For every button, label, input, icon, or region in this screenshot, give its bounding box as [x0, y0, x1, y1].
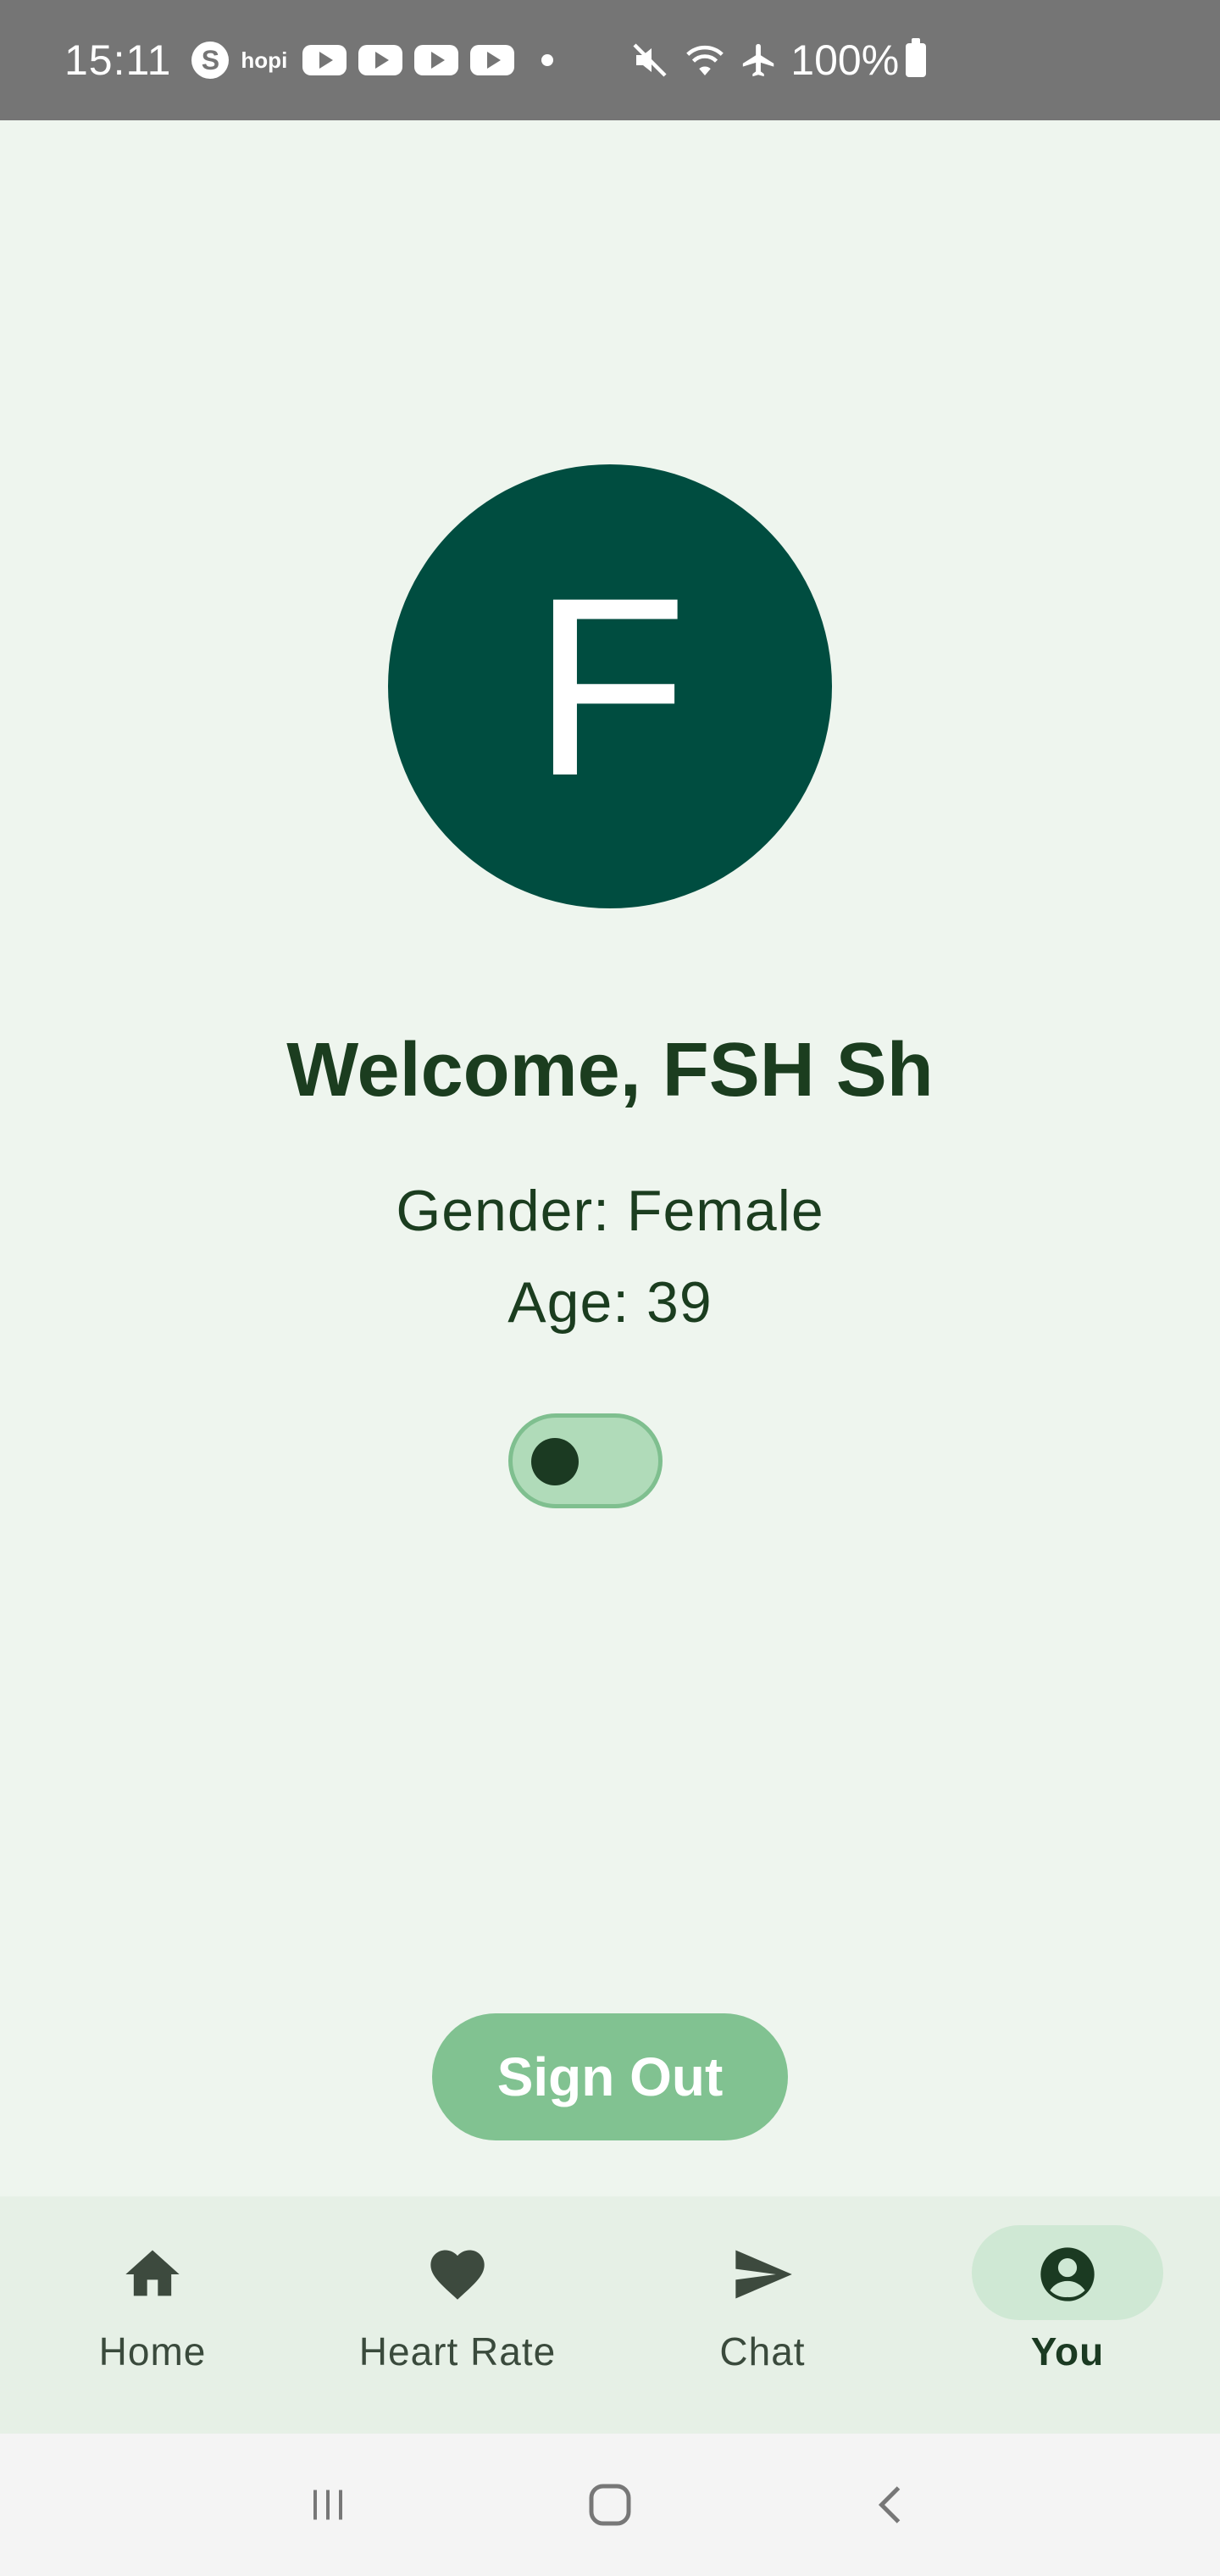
dot-icon: [541, 54, 554, 66]
nav-item-home[interactable]: Home: [0, 2196, 305, 2434]
age-text: Age: 39: [507, 1270, 713, 1335]
system-navigation-bar: [0, 2434, 1220, 2576]
avatar-initial: F: [532, 544, 688, 829]
home-button-icon[interactable]: [576, 2471, 644, 2539]
youtube-icon: [302, 45, 347, 75]
send-icon: [730, 2242, 795, 2307]
heart-icon: [425, 2242, 490, 2307]
nav-item-chat[interactable]: Chat: [610, 2196, 915, 2434]
recent-apps-icon[interactable]: [294, 2471, 362, 2539]
account-icon: [1035, 2242, 1100, 2307]
back-icon[interactable]: [858, 2471, 926, 2539]
skype-icon: S: [191, 42, 230, 79]
nav-item-heart-rate[interactable]: Heart Rate: [305, 2196, 610, 2434]
nav-label-home: Home: [98, 2329, 207, 2373]
status-time: 15:11: [64, 36, 172, 84]
welcome-heading: Welcome, FSH Sh: [286, 1028, 934, 1113]
toggle-thumb: [531, 1438, 579, 1485]
battery-text: 100%: [790, 36, 900, 84]
sign-out-button[interactable]: Sign Out: [432, 2013, 788, 2140]
hopi-icon: hopi: [241, 47, 288, 73]
nav-label-chat: Chat: [719, 2329, 806, 2373]
status-indicators: 100%: [629, 36, 927, 85]
wifi-icon: [682, 40, 728, 80]
youtube-icon: [470, 45, 515, 75]
status-bar: 15:11 S hopi 100%: [0, 0, 1220, 120]
mute-icon: [629, 40, 670, 80]
youtube-icon: [358, 45, 403, 75]
avatar: F: [388, 464, 832, 908]
nav-label-heart-rate: Heart Rate: [358, 2329, 557, 2373]
nav-label-you: You: [1030, 2329, 1105, 2373]
toggle-switch[interactable]: [508, 1413, 663, 1508]
home-icon: [120, 2242, 185, 2307]
airplane-icon: [740, 41, 779, 80]
nav-item-you[interactable]: You: [915, 2196, 1220, 2434]
bottom-navigation: Home Heart Rate Chat You: [0, 2196, 1220, 2434]
gender-text: Gender: Female: [396, 1179, 824, 1243]
battery-icon: [906, 38, 927, 77]
youtube-icon: [414, 45, 459, 75]
